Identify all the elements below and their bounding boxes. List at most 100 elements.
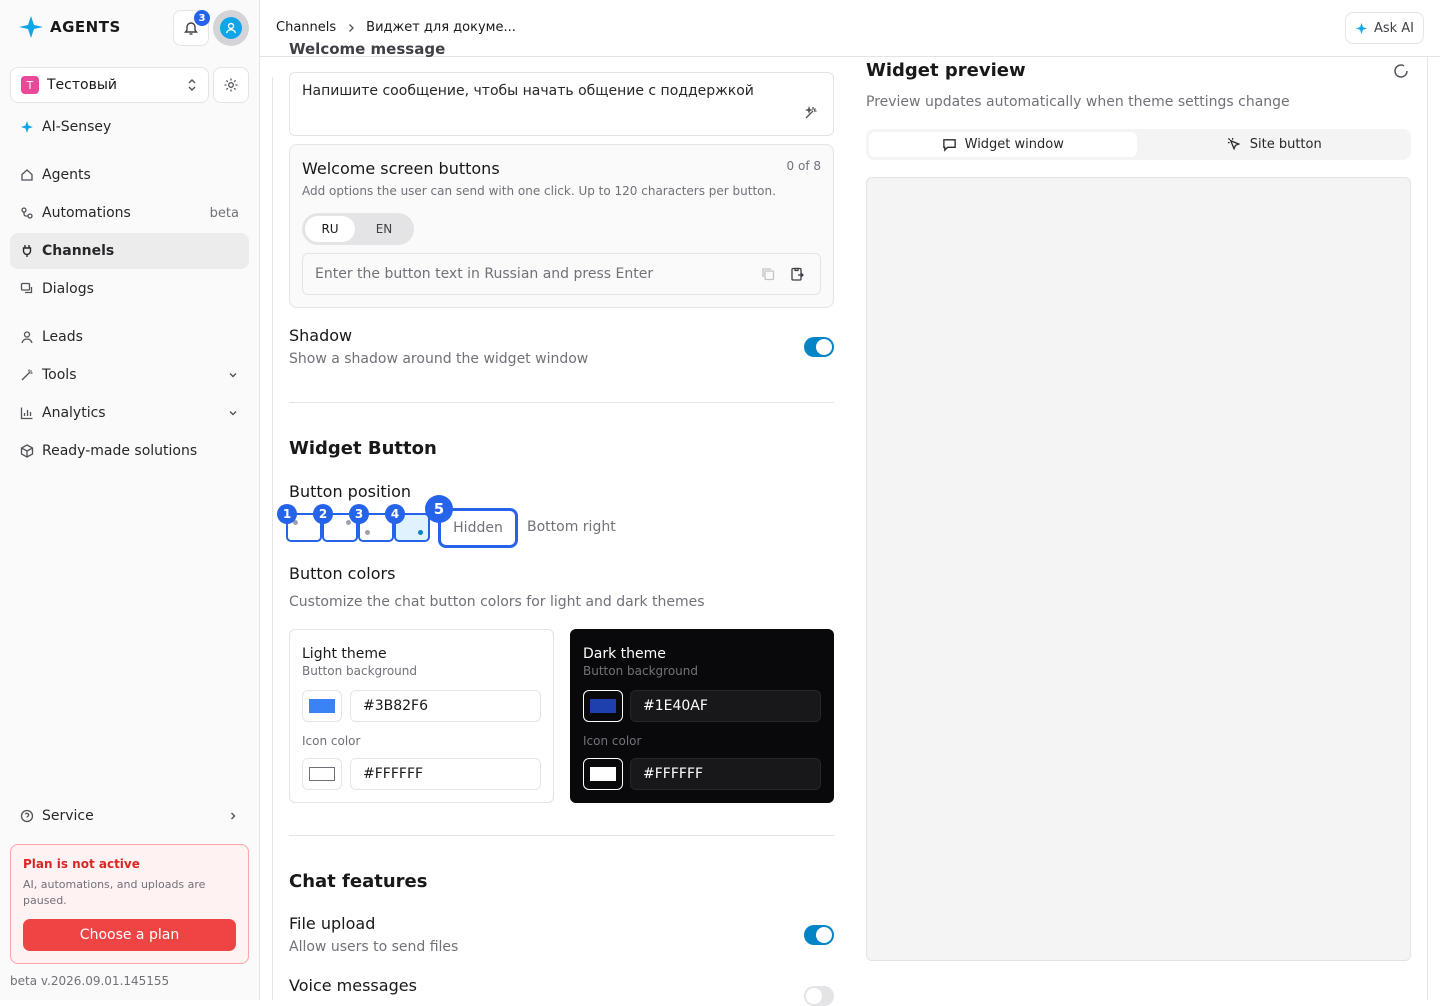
welcome-message-textarea[interactable]: Напишите сообщение, чтобы начать общение… [289, 72, 834, 136]
tab-label: Widget window [964, 137, 1064, 152]
sidebar-item-label: Service [42, 808, 94, 824]
user-icon [220, 17, 242, 39]
ask-ai-label: Ask AI [1373, 20, 1414, 36]
sidebar-item-label: Agents [42, 167, 91, 183]
user-avatar[interactable] [213, 10, 249, 46]
sidebar-item-analytics[interactable]: Analytics [10, 395, 249, 431]
gear-icon [224, 78, 238, 92]
sidebar-item-channels[interactable]: Channels [10, 233, 249, 269]
welcome-message-title: Welcome message [289, 40, 446, 58]
magic-wand-icon[interactable] [803, 105, 819, 121]
shadow-toggle[interactable] [804, 337, 834, 357]
sidebar-item-ai-sensey[interactable]: AI-Sensey [10, 109, 249, 145]
dark-icon-swatch[interactable] [583, 758, 623, 790]
welcome-buttons-title: Welcome screen buttons [302, 159, 500, 178]
sidebar-item-tools[interactable]: Tools [10, 357, 249, 393]
light-icon-swatch[interactable] [302, 758, 342, 790]
light-theme-card: Light theme Button background #3B82F6 Ic… [289, 629, 554, 803]
sidebar-item-agents[interactable]: Agents [10, 157, 249, 193]
paste-icon[interactable] [789, 266, 805, 282]
welcome-message-text: Напишите сообщение, чтобы начать общение… [302, 83, 754, 99]
copy-icon[interactable] [760, 266, 776, 282]
choose-plan-button[interactable]: Choose a plan [23, 919, 236, 951]
sidebar-item-service[interactable]: Service [10, 798, 249, 834]
ask-ai-button[interactable]: Ask AI [1344, 12, 1424, 44]
breadcrumb-channels[interactable]: Channels [276, 20, 336, 35]
shadow-title: Shadow [289, 326, 353, 345]
chat-features-heading: Chat features [289, 871, 428, 892]
widget-preview-desc: Preview updates automatically when theme… [866, 94, 1290, 110]
sidebar-item-ready-made-solutions[interactable]: Ready-made solutions [10, 433, 249, 469]
light-bg-input[interactable]: #3B82F6 [350, 690, 541, 722]
welcome-buttons-card: Welcome screen buttons 0 of 8 Add option… [289, 144, 834, 308]
tab-label: Site button [1249, 137, 1322, 152]
version-label: beta v.2026.09.01.145155 [10, 974, 170, 988]
position-value: Bottom right [527, 519, 616, 535]
logo-star-icon [19, 16, 43, 38]
shadow-desc: Show a shadow around the widget window [289, 351, 589, 367]
tab-ru[interactable]: RU [305, 216, 355, 242]
sparkle-icon [1355, 22, 1368, 34]
file-upload-desc: Allow users to send files [289, 939, 459, 955]
sidebar-item-dialogs[interactable]: Dialogs [10, 271, 249, 307]
light-bg-label: Button background [302, 664, 417, 678]
user-icon [21, 331, 33, 344]
marker-2: 2 [313, 504, 333, 524]
notifications-badge: 3 [194, 10, 210, 26]
marker-4: 4 [385, 504, 405, 524]
dark-theme-card: Dark theme Button background #1E40AF Ico… [570, 629, 834, 803]
widget-button-heading: Widget Button [289, 438, 437, 459]
sidebar-item-label: Channels [42, 243, 115, 259]
workspace-settings-button[interactable] [213, 67, 249, 103]
workspace-name: Тестовый [47, 77, 117, 93]
widget-preview-title: Widget preview [866, 60, 1026, 81]
dark-icon-input[interactable]: #FFFFFF [630, 758, 821, 790]
help-circle-icon [20, 809, 34, 823]
sparkle-icon [21, 121, 33, 133]
divider [289, 402, 834, 403]
tab-en[interactable]: EN [359, 216, 409, 242]
light-bg-swatch[interactable] [302, 690, 342, 722]
sidebar-item-automations[interactable]: Automations beta [10, 195, 249, 231]
chevron-down-icon [229, 373, 237, 378]
plan-text: AI, automations, and uploads are paused. [23, 878, 206, 907]
dark-theme-title: Dark theme [583, 646, 666, 662]
workspace-selector[interactable]: T Тестовый [10, 67, 209, 103]
dark-icon-label: Icon color [583, 734, 642, 748]
chevron-right-icon [231, 812, 236, 820]
voice-messages-toggle[interactable] [804, 986, 834, 1006]
beta-tag: beta [209, 205, 239, 221]
chevron-up-down-icon [188, 79, 196, 91]
cursor-click-icon [1227, 137, 1241, 151]
home-icon [21, 169, 33, 181]
dark-bg-swatch[interactable] [583, 690, 623, 722]
marker-1: 1 [277, 504, 297, 524]
divider [289, 835, 834, 836]
marker-5: 5 [425, 495, 453, 523]
breadcrumb-current: Виджет для докуме... [366, 20, 516, 35]
button-colors-title: Button colors [289, 564, 396, 583]
button-text-input[interactable]: Enter the button text in Russian and pre… [302, 253, 821, 295]
preview-tabs: Widget window Site button [866, 129, 1411, 160]
workflow-icon [21, 207, 33, 219]
tab-site-button[interactable]: Site button [1141, 132, 1409, 157]
file-upload-toggle[interactable] [804, 925, 834, 945]
workspace-avatar: T [21, 76, 39, 94]
plug-icon [22, 245, 32, 257]
welcome-buttons-count: 0 of 8 [786, 159, 821, 173]
button-colors-desc: Customize the chat button colors for lig… [289, 594, 705, 610]
sidebar-item-leads[interactable]: Leads [10, 319, 249, 355]
sidebar-item-label: Ready-made solutions [42, 443, 198, 459]
bar-chart-icon [20, 407, 33, 420]
file-upload-title: File upload [289, 914, 376, 933]
package-icon [20, 444, 34, 458]
light-theme-title: Light theme [302, 646, 387, 662]
light-icon-input[interactable]: #FFFFFF [350, 758, 541, 790]
app-logo[interactable]: AGENTS [18, 14, 121, 40]
message-square-icon [942, 139, 956, 152]
voice-messages-title: Voice messages [289, 976, 417, 995]
dark-bg-input[interactable]: #1E40AF [630, 690, 821, 722]
tab-widget-window[interactable]: Widget window [869, 132, 1137, 157]
notifications-button[interactable]: 3 [173, 10, 210, 46]
sidebar-item-label: Leads [42, 329, 83, 345]
